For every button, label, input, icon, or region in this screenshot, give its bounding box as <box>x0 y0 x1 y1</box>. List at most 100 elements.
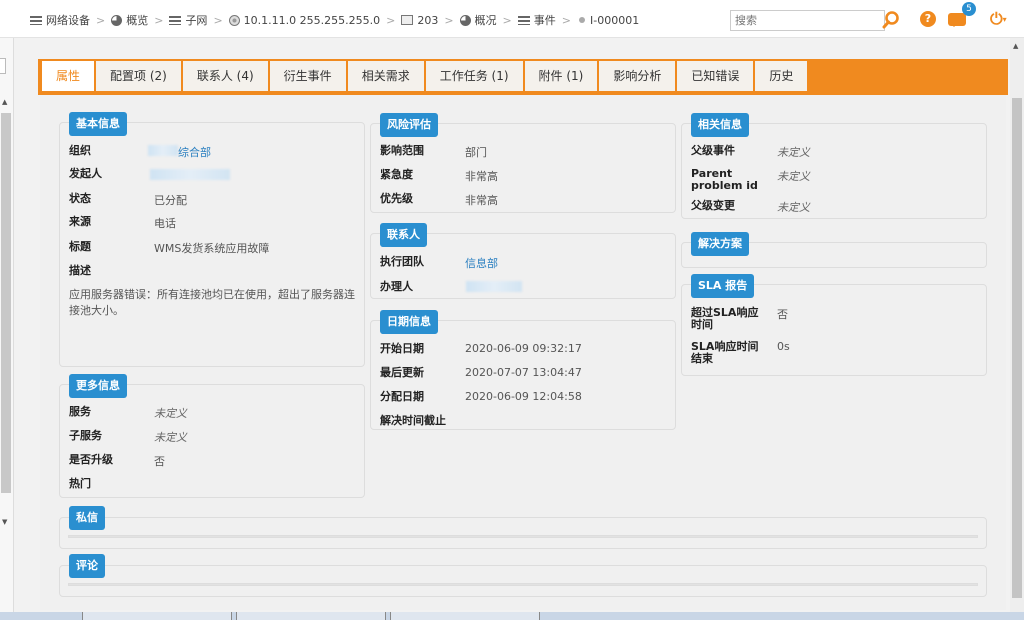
more-info-panel <box>59 384 365 498</box>
private-log-panel <box>59 517 987 549</box>
urgency-label: 紧急度 <box>380 168 413 181</box>
list-icon <box>30 15 42 25</box>
taskbar-item[interactable] <box>236 612 386 620</box>
description-value: 应用服务器错误：所有连接池均已在使用，超出了服务器连接池大小。 <box>69 288 355 317</box>
chevron-right-icon: > <box>386 13 396 27</box>
chevron-right-icon: > <box>444 13 454 27</box>
tab-known-errors[interactable]: 已知错误 <box>677 61 754 91</box>
taskbar-item[interactable] <box>82 612 232 620</box>
parent-problem-value: 未定义 <box>777 170 810 183</box>
org-value[interactable]: 综合部 <box>178 144 211 160</box>
breadcrumb-item-overview[interactable]: 概览 <box>111 12 148 28</box>
subject-label: 标题 <box>69 240 91 253</box>
notification-icon[interactable] <box>948 13 966 27</box>
breadcrumb-item-subnet[interactable]: 子网 <box>169 12 207 28</box>
start-date-value: 2020-06-09 09:32:17 <box>465 342 582 355</box>
tab-properties[interactable]: 属性 <box>42 61 95 91</box>
pie-icon <box>111 14 123 26</box>
priority-label: 优先级 <box>380 192 413 205</box>
search-icon[interactable] <box>881 10 901 30</box>
source-label: 来源 <box>69 215 91 228</box>
search-input[interactable] <box>730 10 885 31</box>
tab-work-tasks[interactable]: 工作任务 (1) <box>425 61 523 91</box>
priority-value: 非常高 <box>465 194 498 207</box>
tab-bar: 属性 配置项 (2) 联系人 (4) 衍生事件 相关需求 工作任务 (1) 附件… <box>38 59 1008 95</box>
last-update-value: 2020-07-07 13:04:47 <box>465 366 582 379</box>
panel-toggle-handle[interactable] <box>0 58 6 74</box>
more-info-title: 更多信息 <box>69 374 127 398</box>
contacts-title: 联系人 <box>380 223 427 247</box>
breadcrumb-item-ip[interactable]: 10.1.11.0 255.255.255.0 <box>228 14 380 27</box>
sla-response-end-label: SLA响应时间结束 <box>691 340 759 365</box>
help-icon[interactable]: ? <box>920 11 936 27</box>
sla-exceeded-label: 超过SLA响应时间 <box>691 306 759 331</box>
related-info-title: 相关信息 <box>691 113 749 137</box>
tab-derived-events[interactable]: 衍生事件 <box>269 61 346 91</box>
scrollbar-thumb[interactable] <box>1012 98 1022 598</box>
subject-value: WMS发货系统应用故障 <box>154 242 270 255</box>
team-label: 执行团队 <box>380 255 424 268</box>
comments-panel <box>59 565 987 597</box>
taskbar-item[interactable] <box>390 612 540 620</box>
tab-impact-analysis[interactable]: 影响分析 <box>599 61 676 91</box>
left-collapsed-panel: ▲ ▼ <box>0 38 14 620</box>
assigned-date-label: 分配日期 <box>380 390 424 403</box>
subservice-label: 子服务 <box>69 429 102 442</box>
tab-contacts[interactable]: 联系人 (4) <box>182 61 268 91</box>
breadcrumb-item-device[interactable]: 203 <box>401 14 438 27</box>
breadcrumb-item-events[interactable]: 事件 <box>517 12 556 28</box>
start-date-label: 开始日期 <box>380 342 424 355</box>
solution-title: 解决方案 <box>691 232 749 256</box>
impact-value: 部门 <box>465 146 487 159</box>
comments-bar[interactable] <box>68 583 978 586</box>
dot-icon <box>578 17 585 23</box>
chevron-right-icon: > <box>213 13 223 27</box>
escalated-label: 是否升级 <box>69 453 113 466</box>
tab-config-items[interactable]: 配置项 (2) <box>96 61 181 91</box>
tab-history[interactable]: 历史 <box>755 61 808 91</box>
team-value[interactable]: 信息部 <box>465 255 498 271</box>
scroll-up-icon[interactable]: ▲ <box>1013 42 1018 50</box>
scroll-down-icon[interactable]: ▼ <box>2 518 7 526</box>
org-label: 组织 <box>69 144 91 157</box>
requester-label: 发起人 <box>69 167 102 180</box>
tab-attachments[interactable]: 附件 (1) <box>524 61 598 91</box>
breadcrumb-item-current: I-000001 <box>577 14 639 27</box>
top-bar: 网络设备 > 概览 > 子网 > 10.1.11.0 255.255.255.0… <box>0 0 1024 38</box>
agent-redacted[interactable] <box>466 281 522 292</box>
notification-badge: 5 <box>962 2 976 16</box>
chevron-right-icon: > <box>502 13 512 27</box>
breadcrumb: 网络设备 > 概览 > 子网 > 10.1.11.0 255.255.255.0… <box>30 12 639 28</box>
power-icon[interactable]: ⏻▾ <box>990 9 1012 31</box>
hot-label: 热门 <box>69 477 91 490</box>
monitor-icon <box>401 15 414 25</box>
parent-change-value: 未定义 <box>777 201 810 214</box>
parent-event-label: 父级事件 <box>691 144 735 157</box>
page-scrollbar[interactable]: ▲ <box>1010 38 1024 620</box>
sla-title: SLA 报告 <box>691 274 755 298</box>
impact-label: 影响范围 <box>380 144 424 157</box>
breadcrumb-item-network-devices[interactable]: 网络设备 <box>30 12 90 28</box>
last-update-label: 最后更新 <box>380 366 424 379</box>
assigned-date-value: 2020-06-09 12:04:58 <box>465 390 582 403</box>
breadcrumb-item-summary[interactable]: 概况 <box>459 12 497 28</box>
sla-exceeded-value: 否 <box>777 308 788 321</box>
source-value: 电话 <box>154 217 176 230</box>
escalated-value: 否 <box>154 455 165 468</box>
tab-related-requests[interactable]: 相关需求 <box>347 61 424 91</box>
service-value: 未定义 <box>154 407 187 420</box>
service-label: 服务 <box>69 405 91 418</box>
private-log-bar[interactable] <box>68 535 978 538</box>
org-redacted <box>148 145 178 156</box>
requester-redacted[interactable] <box>150 169 230 180</box>
agent-label: 办理人 <box>380 280 413 293</box>
properties-content: 基本信息 组织 综合部 发起人 状态 已分配 来源 电话 标题 WMS发货系统应… <box>40 95 1006 610</box>
sla-response-end-value: 0s <box>777 340 790 353</box>
basic-info-title: 基本信息 <box>69 112 127 136</box>
left-scrollbar[interactable] <box>1 113 11 493</box>
comments-title: 评论 <box>69 554 105 578</box>
parent-problem-label: Parent problem id <box>691 167 758 192</box>
chevron-right-icon: > <box>96 13 106 27</box>
parent-event-value: 未定义 <box>777 146 810 159</box>
scroll-up-icon[interactable]: ▲ <box>2 98 7 106</box>
